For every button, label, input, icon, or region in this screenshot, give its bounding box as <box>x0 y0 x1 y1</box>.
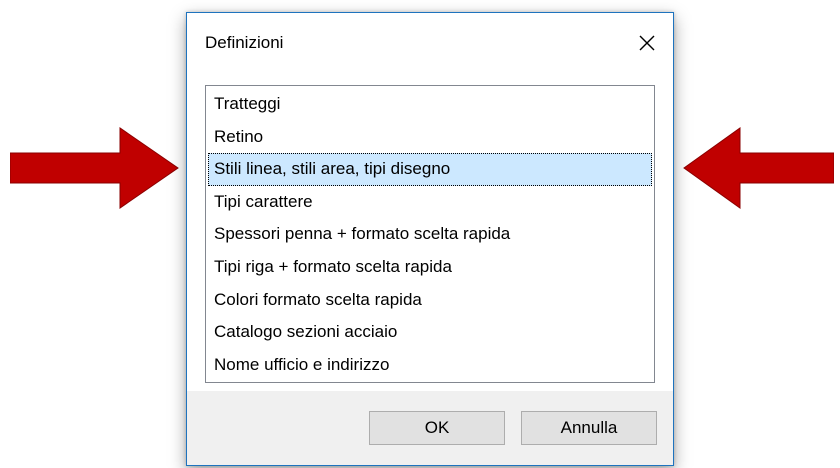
close-button[interactable] <box>631 27 663 59</box>
dialog-titlebar: Definizioni <box>187 13 673 73</box>
arrow-right-icon <box>10 127 179 209</box>
list-item[interactable]: Tipi carattere <box>208 186 652 219</box>
definitions-listbox[interactable]: Tratteggi Retino Stili linea, stili area, … <box>205 85 655 383</box>
list-item[interactable]: Tipi riga + formato scelta rapida <box>208 251 652 284</box>
list-item[interactable]: Tratteggi <box>208 88 652 121</box>
list-item[interactable]: Spessori penna + formato scelta rapida <box>208 218 652 251</box>
close-icon <box>639 35 655 51</box>
definizioni-dialog: Definizioni Tratteggi Retino Stili linea, … <box>186 12 674 466</box>
ok-button[interactable]: OK <box>369 411 505 445</box>
cancel-button[interactable]: Annulla <box>521 411 657 445</box>
list-item[interactable]: Retino <box>208 121 652 154</box>
list-item[interactable]: Colori formato scelta rapida <box>208 284 652 317</box>
arrow-left-icon <box>683 127 834 209</box>
list-item[interactable]: Catalogo sezioni acciaio <box>208 316 652 349</box>
list-item-selected[interactable]: Stili linea, stili area, tipi disegno <box>208 153 652 186</box>
dialog-footer: OK Annulla <box>187 391 673 465</box>
dialog-title: Definizioni <box>205 33 284 52</box>
stage: Definizioni Tratteggi Retino Stili linea, … <box>0 0 840 468</box>
list-item[interactable]: Nome ufficio e indirizzo <box>208 349 652 382</box>
